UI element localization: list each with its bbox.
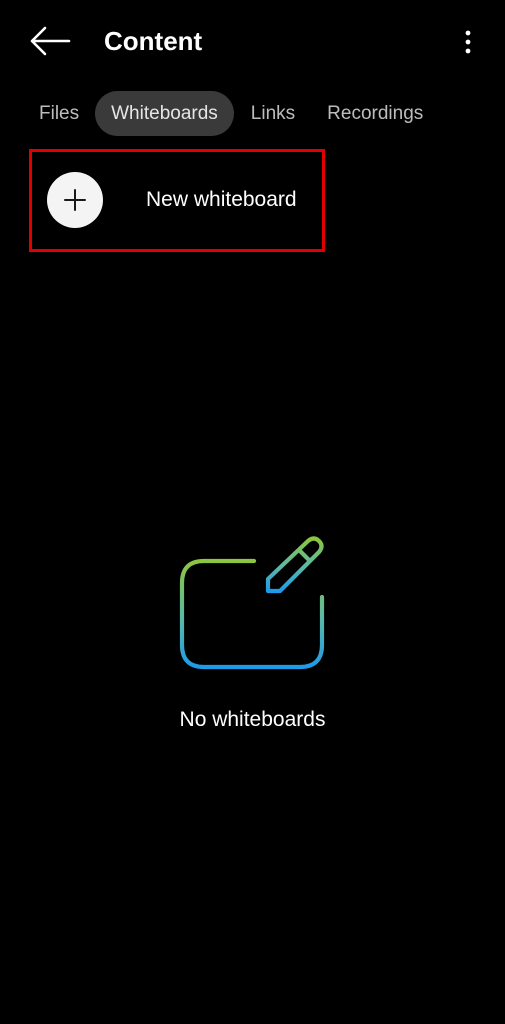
tab-bar: Files Whiteboards Links Recordings: [24, 91, 439, 136]
empty-state-message: No whiteboards: [179, 708, 326, 731]
tab-whiteboards[interactable]: Whiteboards: [95, 91, 234, 136]
tab-recordings[interactable]: Recordings: [311, 91, 439, 136]
more-vertical-icon: [465, 30, 471, 54]
more-options-button[interactable]: [450, 22, 486, 62]
new-whiteboard-label: New whiteboard: [146, 188, 297, 211]
back-button[interactable]: [24, 18, 76, 64]
whiteboard-pen-icon: [179, 536, 325, 670]
app-bar: Content: [0, 0, 505, 84]
content-screen: Content Files Whiteboards Links Recordin…: [0, 0, 505, 1024]
plus-icon: [64, 189, 86, 211]
plus-circle: [47, 172, 103, 228]
arrow-left-icon: [30, 26, 71, 56]
page-title: Content: [104, 26, 203, 56]
tab-files[interactable]: Files: [24, 91, 94, 136]
tab-links[interactable]: Links: [235, 91, 311, 136]
new-whiteboard-button[interactable]: New whiteboard: [29, 149, 325, 252]
